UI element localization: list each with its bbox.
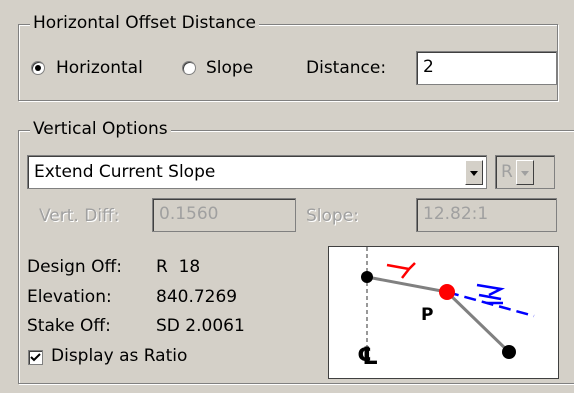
vertical-method-dropdown-button[interactable] (465, 160, 483, 185)
distance-label: Distance: (306, 58, 387, 78)
elevation-value: 840.7269 (156, 287, 238, 307)
stake-off-label: Stake Off: (27, 316, 111, 336)
vertical-options-title: Vertical Options (30, 119, 171, 139)
design-off-label: Design Off: (27, 257, 122, 277)
vertical-method-value: Extend Current Slope (34, 162, 216, 182)
radio-selected-dot (35, 65, 41, 71)
design-off-value: R 18 (156, 257, 201, 277)
slope-diagram: P ℄ (328, 246, 559, 379)
display-ratio-label[interactable]: Display as Ratio (51, 345, 187, 367)
distance-input[interactable]: 2 (416, 51, 557, 85)
checkmark-icon (30, 353, 41, 362)
display-ratio-checkbox[interactable] (28, 350, 43, 365)
slope-line-left (366, 275, 448, 294)
centerline-symbol: ℄ (357, 342, 379, 370)
horizontal-radio[interactable] (31, 61, 45, 75)
side-select-value: R (501, 162, 513, 182)
horizontal-radio-label[interactable]: Horizontal (56, 57, 143, 79)
side-dropdown-button (516, 160, 534, 185)
slope-line-right (445, 290, 511, 354)
elevation-label: Elevation: (27, 287, 112, 307)
point-p-label: P (421, 305, 433, 325)
slope-diagram-svg: P ℄ (357, 247, 535, 370)
slope-radio-label[interactable]: Slope (206, 57, 253, 79)
chevron-down-icon (521, 171, 529, 176)
slope-input: 12.82:1 (416, 198, 557, 232)
vert-diff-input: 0.1560 (152, 198, 296, 232)
chevron-down-icon (470, 171, 478, 176)
stake-off-value: SD 2.0061 (156, 316, 245, 336)
vertical-method-select[interactable]: Extend Current Slope (27, 155, 487, 189)
point-left-dot (361, 271, 373, 283)
slope-radio[interactable] (182, 61, 196, 75)
horizontal-offset-title: Horizontal Offset Distance (30, 13, 260, 33)
vert-diff-label: Vert. Diff: (39, 206, 120, 226)
point-right-dot (502, 345, 516, 359)
slope-label: Slope: (306, 206, 359, 226)
point-p-dot (439, 284, 455, 300)
red-arrow-icon (386, 262, 416, 279)
blue-double-arrow-icon (476, 283, 505, 305)
